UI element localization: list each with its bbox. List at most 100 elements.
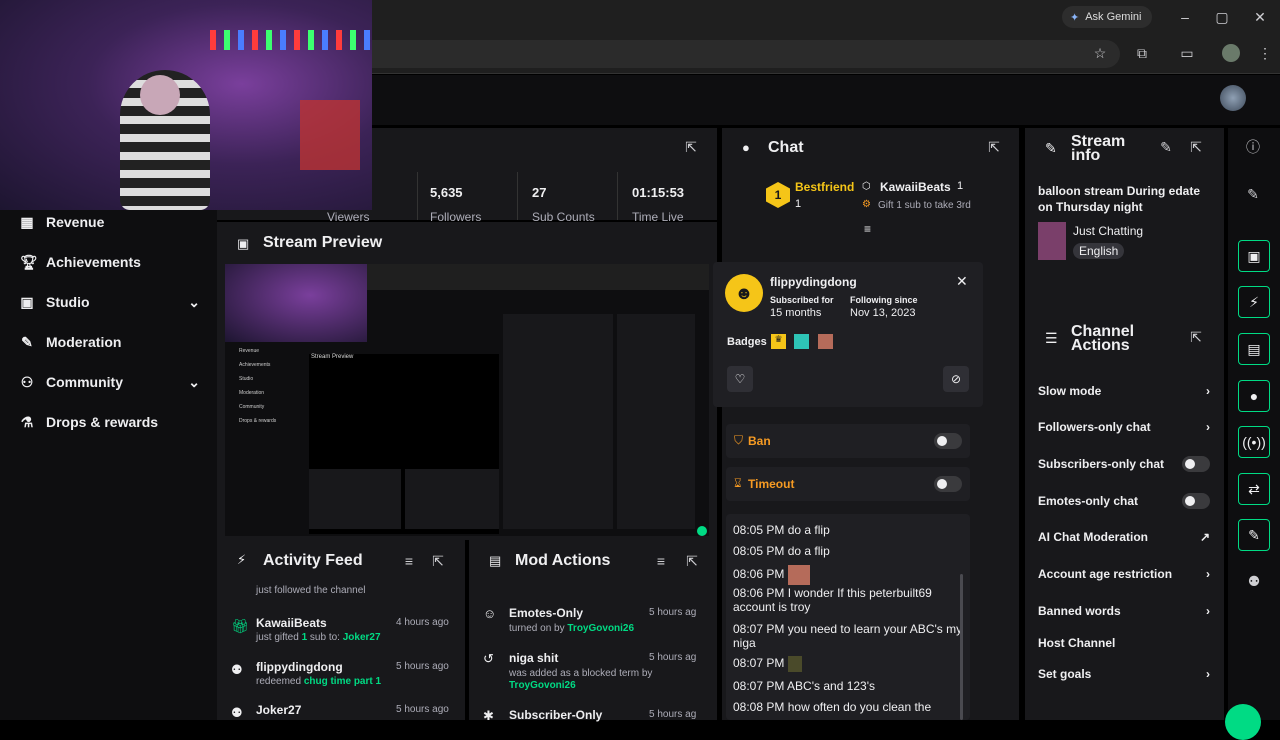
bookmark-star-icon[interactable]: ☆ — [1089, 42, 1111, 64]
sidebar-item-revenue[interactable]: ▦ Revenue — [20, 210, 200, 234]
timeout-row[interactable]: ⌛︎ Timeout — [726, 467, 970, 501]
banned-words-row[interactable]: Banned words › — [1038, 599, 1210, 623]
followers-only-row[interactable]: Followers-only chat › — [1038, 415, 1210, 439]
popout-icon[interactable]: ⇱ — [1185, 326, 1207, 348]
filter-icon[interactable]: ≡ — [650, 550, 672, 572]
category-name[interactable]: Just Chatting — [1073, 224, 1143, 238]
popout-icon[interactable]: ⇱ — [427, 550, 449, 572]
close-icon[interactable]: ✕ — [956, 273, 968, 290]
expand-icon[interactable]: ≡ — [864, 222, 871, 236]
popout-icon[interactable]: ⇱ — [983, 136, 1005, 158]
subs-count: 27 — [532, 185, 547, 200]
stream-title: balloon stream During edate on Thursday … — [1038, 184, 1201, 214]
edit-icon[interactable]: ✎ — [1242, 183, 1264, 205]
timeout-toggle[interactable] — [934, 476, 962, 492]
chat-message: 08:05 PM do a flip — [733, 523, 830, 537]
emotes-only-row[interactable]: Emotes-only chat — [1038, 489, 1210, 513]
add-quick-action-button[interactable] — [1225, 704, 1261, 740]
filter-icon[interactable]: ≡ — [398, 550, 420, 572]
document-icon: ▤ — [489, 553, 502, 568]
chevron-right-icon: › — [1206, 667, 1210, 681]
user-card: ☻ flippydingdong Subscribed for 15 month… — [713, 262, 983, 407]
sidebar-item-studio[interactable]: ▣ Studio ⌄ — [20, 290, 200, 314]
chat-message: 08:07 PM — [733, 656, 802, 672]
star-icon: ✱ — [483, 708, 494, 723]
quick-actions-rail — [1228, 128, 1280, 720]
feed-item[interactable]: ⚉ Joker27 5 hours ago — [231, 703, 457, 720]
gift-sub-link[interactable]: Gift 1 sub to take 3rd — [878, 200, 971, 211]
host-channel-row[interactable]: Host Channel — [1038, 631, 1210, 655]
scrollbar[interactable] — [960, 574, 963, 720]
user-avatar[interactable] — [1220, 85, 1246, 111]
set-goals-row[interactable]: Set goals › — [1038, 662, 1210, 686]
chat-message: 08:07 PM you need to learn your ABC's my… — [733, 622, 963, 650]
feed-partial-item: just followed the channel — [256, 585, 366, 596]
clip-icon[interactable]: ▣ — [1238, 240, 1270, 272]
emotes-only-toggle[interactable] — [1182, 493, 1210, 509]
ban-toggle[interactable] — [934, 433, 962, 449]
browser-menu-icon[interactable]: ⋮ — [1254, 42, 1276, 64]
external-link-icon: ↗ — [1199, 530, 1210, 544]
activity-feed-title: Activity Feed — [263, 552, 363, 569]
feed-item[interactable]: ⚉ flippydingdong 5 hours ago redeemed ch… — [231, 660, 457, 694]
mod-action-item[interactable]: ☺ Emotes-Only 5 hours ag turned on by Tr… — [483, 606, 713, 642]
ask-gemini-button[interactable]: ✦ Ask Gemini — [1062, 6, 1152, 28]
mod-actions-panel: ▤ Mod Actions ≡ ⇱ ☺ Emotes-Only 5 hours … — [469, 540, 717, 723]
popout-icon[interactable]: ⇱ — [1185, 136, 1207, 158]
mod-action-item[interactable]: ✱ Subscriber-Only 5 hours ag — [483, 708, 713, 723]
sidebar-item-moderation[interactable]: ✎ Moderation — [20, 330, 200, 354]
chat-bubble-icon: ● — [742, 140, 750, 155]
community-icon: ⚇ — [20, 373, 34, 390]
stream-tag[interactable]: English — [1073, 243, 1125, 259]
time-live: 01:15:53 — [632, 185, 685, 200]
user-card-name: flippydingdong — [770, 275, 857, 289]
maximize-icon[interactable]: ▢ — [1211, 6, 1233, 28]
subscribers-only-toggle[interactable] — [1182, 456, 1210, 472]
chat-message: 08:06 PM — [733, 565, 810, 585]
crown-badge-icon: ♛ — [771, 334, 786, 349]
chevron-down-icon: ⌄ — [188, 373, 200, 390]
account-age-row[interactable]: Account age restriction › — [1038, 562, 1210, 586]
hourglass-icon: ⌛︎ — [734, 476, 742, 490]
ban-row[interactable]: ⛉ Ban — [726, 424, 970, 458]
chevron-right-icon: › — [1206, 567, 1210, 581]
lightning-icon: ⚡︎ — [237, 552, 247, 567]
mod-action-item[interactable]: ↺ niga shit 5 hours ag was added as a bl… — [483, 651, 713, 697]
stream-info-panel: ✎ Stream info ✎ ⇱ balloon stream During … — [1025, 128, 1224, 318]
profile-avatar[interactable] — [1222, 44, 1240, 62]
leaderboard-user[interactable]: KawaiiBeats — [880, 180, 951, 194]
info-icon[interactable]: ⓘ — [1242, 136, 1264, 158]
heart-icon[interactable]: ♡ — [727, 366, 753, 392]
popout-icon[interactable]: ⇱ — [680, 136, 702, 158]
ai-chat-moderation-row[interactable]: AI Chat Moderation ↗ — [1038, 525, 1210, 549]
lightning-icon[interactable]: ⚡︎ — [1238, 286, 1270, 318]
feed-item[interactable]: 🎁︎ KawaiiBeats 4 hours ago just gifted 1… — [231, 616, 457, 650]
chevron-right-icon: › — [1206, 604, 1210, 618]
wrench-icon[interactable]: ✎ — [1238, 519, 1270, 551]
gift-icon: ⚙ — [862, 199, 871, 210]
address-bar[interactable] — [330, 40, 1120, 68]
notes-icon[interactable]: ▤ — [1238, 333, 1270, 365]
chat-icon[interactable]: ● — [1238, 380, 1270, 412]
undo-icon: ↺ — [483, 651, 494, 666]
sidebar-item-achievements[interactable]: 🏆︎ Achievements — [20, 250, 200, 274]
close-window-icon[interactable]: ✕ — [1249, 6, 1271, 28]
sidebar-item-drops[interactable]: ⚗ Drops & rewards — [20, 410, 200, 434]
cast-icon[interactable]: ▭ — [1176, 42, 1198, 64]
user-card-avatar: ☻ — [725, 274, 763, 312]
popout-icon[interactable]: ⇱ — [681, 550, 703, 572]
raid-icon[interactable]: ⇄ — [1238, 473, 1270, 505]
slow-mode-row[interactable]: Slow mode › — [1038, 379, 1210, 403]
block-icon[interactable]: ⊘ — [943, 366, 969, 392]
community-points-icon[interactable]: ⚉ — [1243, 570, 1265, 592]
subscribers-only-row[interactable]: Subscribers-only chat — [1038, 452, 1210, 476]
community-points-icon: ⚉ — [231, 705, 243, 720]
trophy-icon: 🏆︎ — [20, 253, 38, 270]
sidebar-item-community[interactable]: ⚇ Community ⌄ — [20, 370, 200, 394]
stream-preview-video[interactable]: Stream Preview Revenue Achievements Stud… — [225, 264, 709, 536]
extensions-icon[interactable]: ⧉ — [1131, 42, 1153, 64]
broadcast-icon[interactable]: ((•)) — [1238, 426, 1270, 458]
chat-message: 08:07 PM ABC's and 123's — [733, 679, 876, 693]
edit-pencil-icon[interactable]: ✎ — [1155, 136, 1177, 158]
minimize-icon[interactable]: – — [1174, 6, 1196, 28]
